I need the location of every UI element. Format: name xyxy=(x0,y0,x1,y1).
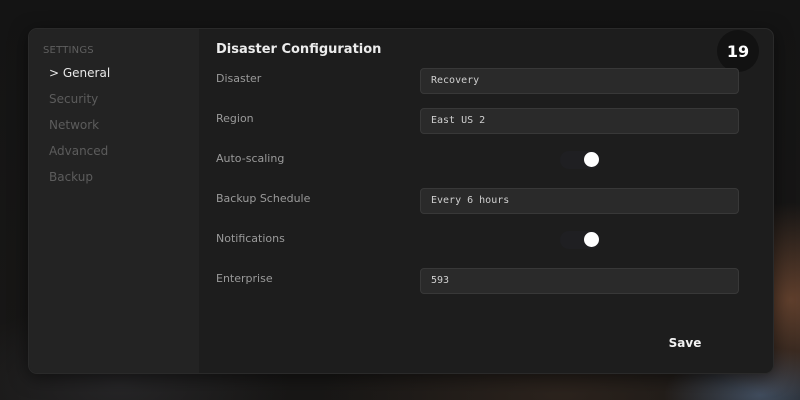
settings-window: SETTINGS > General Security Network Adva… xyxy=(28,28,774,374)
save-button[interactable]: Save xyxy=(659,329,711,357)
page-title: Disaster Configuration xyxy=(216,42,382,57)
sidebar-item-backup[interactable]: Backup xyxy=(49,170,93,184)
enterprise-input[interactable]: 593 xyxy=(420,268,739,294)
region-label: Region xyxy=(216,112,254,125)
sidebar-item-security[interactable]: Security xyxy=(49,92,98,106)
sidebar-item-general[interactable]: > General xyxy=(49,66,110,80)
disaster-label: Disaster xyxy=(216,72,262,85)
backup-schedule-input[interactable]: Every 6 hours xyxy=(420,188,739,214)
disaster-input[interactable]: Recovery xyxy=(420,68,739,94)
toggle-knob xyxy=(584,152,599,167)
backup-schedule-label: Backup Schedule xyxy=(216,192,311,205)
notifications-toggle[interactable] xyxy=(560,231,600,249)
auto-scaling-label: Auto-scaling xyxy=(216,152,285,165)
auto-scaling-toggle[interactable] xyxy=(560,151,600,169)
enterprise-label: Enterprise xyxy=(216,272,273,285)
sidebar-item-network[interactable]: Network xyxy=(49,118,99,132)
sidebar-heading: SETTINGS xyxy=(43,45,94,56)
settings-sidebar: SETTINGS > General Security Network Adva… xyxy=(29,29,199,373)
notifications-label: Notifications xyxy=(216,232,285,245)
settings-main: Disaster Configuration 19 Disaster Recov… xyxy=(199,29,773,373)
count-badge: 19 xyxy=(717,30,759,72)
toggle-knob xyxy=(584,232,599,247)
region-input[interactable]: East US 2 xyxy=(420,108,739,134)
sidebar-item-advanced[interactable]: Advanced xyxy=(49,144,108,158)
